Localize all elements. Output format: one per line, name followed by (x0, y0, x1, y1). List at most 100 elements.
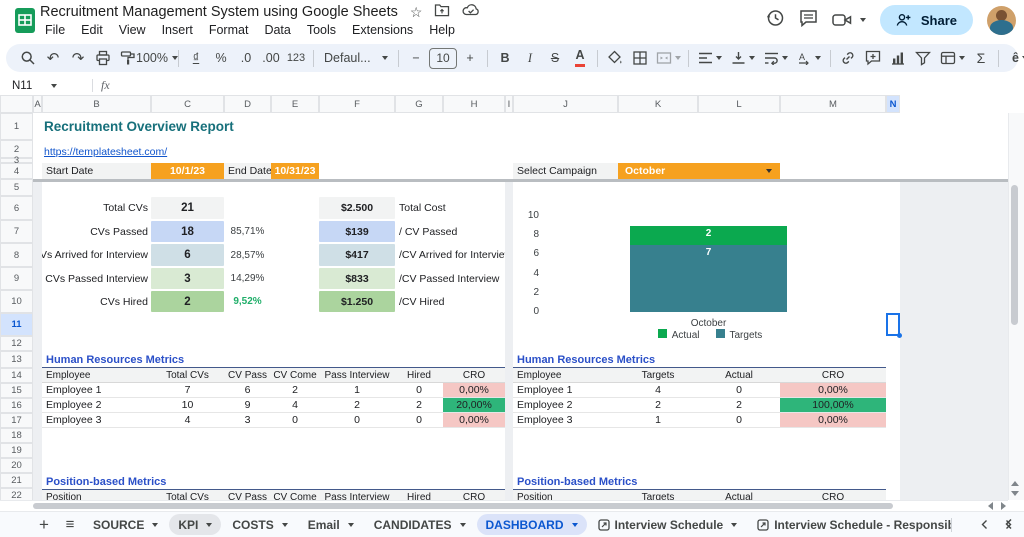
column-header-D[interactable]: D (224, 95, 271, 113)
kpi-value-cell[interactable]: 6 (151, 244, 224, 266)
table-views-button[interactable] (936, 46, 968, 70)
kpi-cost-label[interactable]: Total Cost (399, 196, 505, 220)
row-header-11[interactable]: 11 (0, 313, 33, 336)
sheet-tab-source[interactable]: SOURCE (84, 514, 167, 535)
menu-data[interactable]: Data (257, 22, 297, 38)
column-header-N[interactable]: N (886, 95, 900, 113)
select-campaign-label-cell[interactable]: Select Campaign (513, 163, 618, 179)
menu-help[interactable]: Help (422, 22, 462, 38)
kpi-label[interactable]: Total CVs (42, 196, 148, 220)
kpi-value-cell[interactable]: 21 (151, 197, 224, 219)
table-cell[interactable]: 2 (271, 383, 319, 398)
table-cell[interactable]: 100,00% (780, 398, 886, 413)
end-date-label-cell[interactable]: End Date (224, 163, 271, 179)
table-cell[interactable]: 0 (698, 413, 780, 428)
row-header-12[interactable]: 12 (0, 336, 33, 351)
sheet-tab-menu-caret[interactable] (206, 522, 213, 527)
row-header-5[interactable]: 5 (0, 179, 33, 196)
name-box[interactable]: N11 (0, 80, 84, 92)
sheet-tab-menu-caret[interactable] (571, 522, 578, 527)
sheet-tab-email[interactable]: Email (299, 514, 363, 535)
sheet-tab-menu-caret[interactable] (347, 522, 354, 527)
template-link[interactable]: https://templatesheet.com/ (44, 145, 304, 158)
vertical-scrollbar-thumb[interactable] (1011, 185, 1018, 325)
column-header-G[interactable]: G (395, 95, 443, 113)
insert-chart-button[interactable] (886, 46, 910, 70)
column-header-C[interactable]: C (151, 95, 224, 113)
kpi-cost-label[interactable]: / CV Passed (399, 220, 505, 243)
formula-input[interactable] (110, 76, 1024, 95)
table-cell[interactable]: 10 (151, 398, 224, 413)
sheet-tab-menu-caret[interactable] (459, 522, 466, 527)
sheet-tab-candidates[interactable]: CANDIDATES (365, 514, 475, 535)
table-cell[interactable]: 0 (395, 383, 443, 398)
scroll-right-arrow[interactable] (1001, 502, 1006, 510)
table-cell[interactable]: 2 (319, 398, 395, 413)
table-cell[interactable]: 0,00% (780, 383, 886, 398)
report-title[interactable]: Recruitment Overview Report (44, 117, 464, 135)
vertical-align-button[interactable] (727, 46, 759, 70)
add-sheet-button[interactable]: + (32, 513, 56, 537)
cloud-status-icon[interactable] (462, 3, 480, 21)
star-icon[interactable]: ☆ (410, 4, 423, 21)
chart-bar-segment-targets[interactable]: 7 (630, 244, 787, 312)
insert-link-button[interactable] (836, 46, 860, 70)
row-header-21[interactable]: 21 (0, 473, 33, 488)
table-cell[interactable]: 4 (151, 413, 224, 428)
sheet-tab-menu-caret[interactable] (152, 522, 159, 527)
kpi-cost-cell[interactable]: $417 (319, 244, 395, 266)
document-title[interactable]: Recruitment Management System using Goog… (40, 4, 398, 20)
kpi-cost-cell[interactable]: $1.250 (319, 291, 395, 312)
kpi-percent[interactable]: 28,57% (224, 243, 271, 267)
row-header-16[interactable]: 16 (0, 398, 33, 413)
select-all-corner[interactable] (0, 95, 33, 113)
table-cell[interactable]: 4 (271, 398, 319, 413)
all-sheets-button[interactable]: ≡ (58, 513, 82, 537)
kpi-cost-cell[interactable]: $833 (319, 268, 395, 289)
column-header-B[interactable]: B (42, 95, 151, 113)
kpi-percent[interactable]: 85,71% (224, 220, 271, 243)
sheet-tab-dashboard[interactable]: DASHBOARD (476, 514, 587, 535)
sheet-tab-menu-caret[interactable] (281, 522, 288, 527)
selection-fill-handle[interactable] (897, 333, 902, 338)
row-header-7[interactable]: 7 (0, 220, 33, 243)
row-header-8[interactable]: 8 (0, 243, 33, 267)
table-cell[interactable]: 0,00% (443, 383, 505, 398)
redo-button[interactable]: ↷ (66, 46, 90, 70)
column-header-J[interactable]: J (513, 95, 618, 113)
account-avatar[interactable] (987, 5, 1016, 35)
kpi-label[interactable]: CVs Passed (42, 220, 148, 243)
table-cell[interactable]: 0 (319, 413, 395, 428)
text-color-button[interactable]: A (568, 46, 592, 70)
column-header-K[interactable]: K (618, 95, 698, 113)
sheet-tab-menu-caret[interactable] (731, 522, 738, 527)
column-header-E[interactable]: E (271, 95, 319, 113)
horizontal-scrollbar-thumb[interactable] (33, 503, 893, 509)
share-button[interactable]: Share (879, 5, 973, 35)
table-cell[interactable]: 1 (618, 413, 698, 428)
table-cell[interactable]: 3 (224, 413, 271, 428)
kpi-label[interactable]: CVs Hired (42, 290, 148, 313)
decrease-decimals-button[interactable]: .0 (234, 46, 258, 70)
table-cell[interactable]: 2 (618, 398, 698, 413)
row-header-14[interactable]: 14 (0, 368, 33, 383)
column-header-I[interactable]: I (505, 95, 513, 113)
borders-button[interactable] (628, 46, 652, 70)
campaign-dropdown-caret[interactable] (766, 169, 772, 173)
menu-edit[interactable]: Edit (74, 22, 110, 38)
menu-tools[interactable]: Tools (300, 22, 343, 38)
sheet-tab-interview-schedule-responsibl[interactable]: Interview Schedule - Responsibl (748, 514, 961, 535)
kpi-value-cell[interactable]: 2 (151, 291, 224, 312)
table-cell[interactable]: 7 (151, 383, 224, 398)
scroll-left-arrow[interactable] (988, 502, 993, 510)
table-cell[interactable]: 6 (224, 383, 271, 398)
kpi-label[interactable]: CVs Arrived for Interview (42, 243, 148, 267)
print-button[interactable] (91, 46, 115, 70)
functions-button[interactable]: Σ (969, 46, 993, 70)
row-header-13[interactable]: 13 (0, 351, 33, 368)
row-header-18[interactable]: 18 (0, 428, 33, 443)
table-cell[interactable]: Employee 2 (42, 398, 151, 413)
row-header-1[interactable]: 1 (0, 113, 33, 140)
video-call-button[interactable] (832, 12, 866, 28)
row-header-20[interactable]: 20 (0, 458, 33, 473)
